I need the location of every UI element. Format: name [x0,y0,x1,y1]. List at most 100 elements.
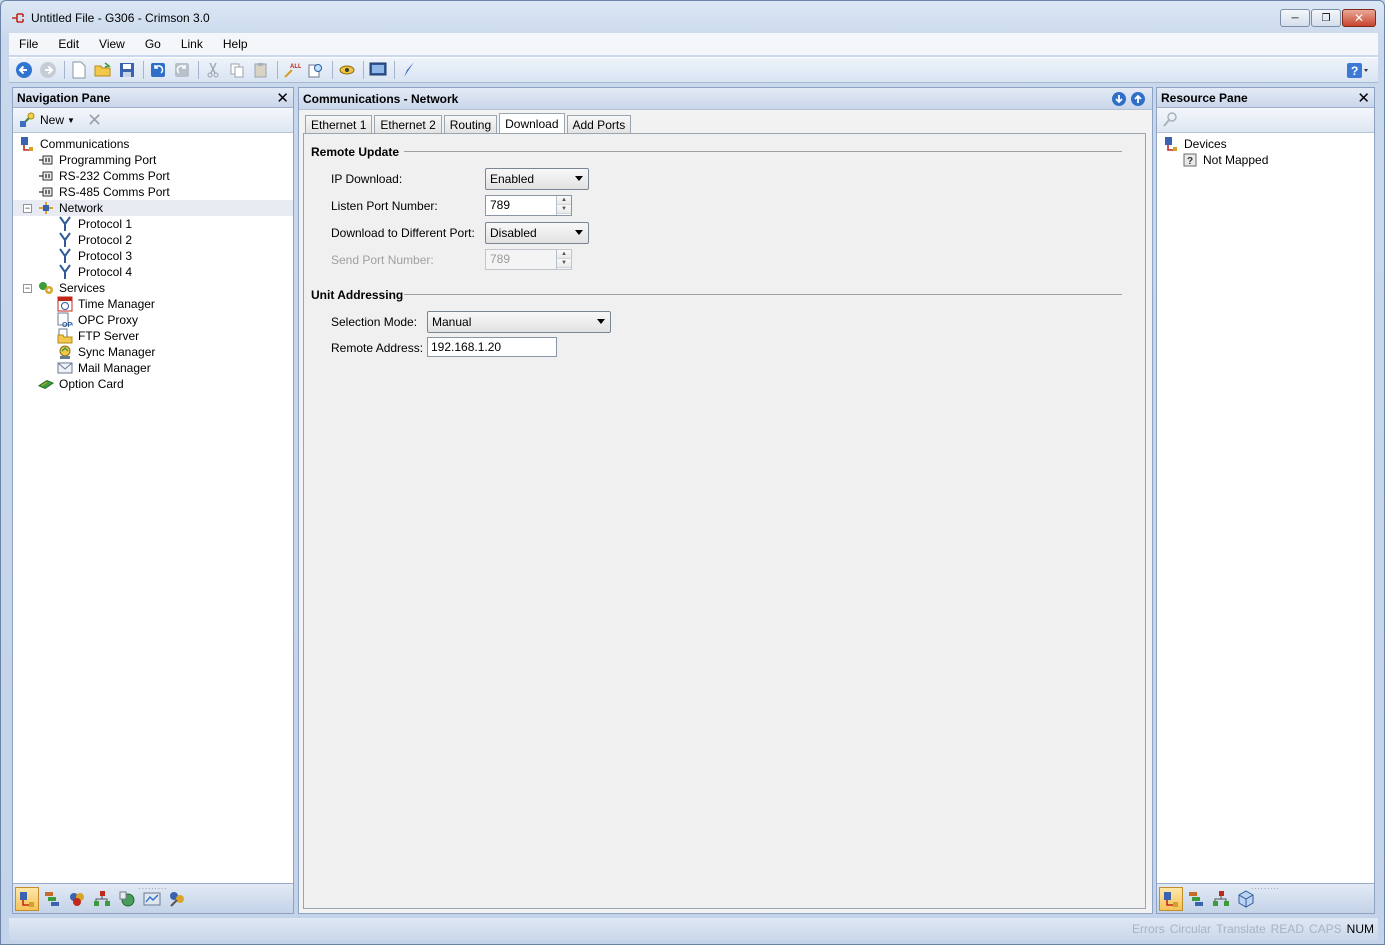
nav-pane-close-icon[interactable]: ✕ [276,89,289,107]
nav-tree-item[interactable]: FTP Server [13,328,293,344]
close-button[interactable]: ✕ [1342,9,1376,27]
translate-all-button[interactable]: ALL [281,59,303,81]
toolbar-separator [332,61,333,79]
protocol-icon [57,232,73,248]
link-button[interactable] [336,59,358,81]
diff-port-label: Download to Different Port: [331,226,475,240]
selection-mode-select[interactable]: Manual [427,311,611,333]
nav-tree-item[interactable]: − Network [13,200,293,216]
find-button[interactable] [305,59,327,81]
nav-tree-item[interactable]: RS-232 Comms Port [13,168,293,184]
tab-routing[interactable]: Routing [443,115,498,133]
send-button[interactable] [398,59,420,81]
emulator-button[interactable] [367,59,389,81]
category-security-button[interactable] [165,887,189,911]
nav-tree-item[interactable]: Programming Port [13,152,293,168]
data-logger-icon [143,892,161,905]
nav-tree-label: Option Card [59,377,124,391]
menu-edit[interactable]: Edit [48,37,89,51]
save-button[interactable] [116,59,138,81]
spin-down-icon[interactable]: ▼ [557,205,571,214]
copy-button[interactable] [226,59,248,81]
menu-view[interactable]: View [89,37,135,51]
nav-tree-item[interactable]: Mail Manager [13,360,293,376]
nav-tree-item[interactable]: Protocol 3 [13,248,293,264]
minimize-button[interactable]: ─ [1280,9,1310,27]
nav-tree-label: OPC Proxy [78,313,139,327]
ip-download-select[interactable]: Enabled [485,168,589,190]
forward-button[interactable] [37,59,59,81]
diff-port-select[interactable]: Disabled [485,222,589,244]
security-icon [170,891,184,907]
editor-header: Communications - Network [299,88,1152,110]
nav-tree-item[interactable]: OPC OPC Proxy [13,312,293,328]
splitter-grip[interactable]: ......... [138,882,167,891]
nav-tree-label: Protocol 2 [78,233,133,247]
nav-tree-item[interactable]: Communications [13,136,293,152]
nav-tree-item[interactable]: Time Manager [13,296,293,312]
category-web-server-button[interactable] [115,887,139,911]
menu-link[interactable]: Link [171,37,213,51]
tab-download[interactable]: Download [499,113,565,134]
question-icon: ? [1182,152,1198,168]
nav-tree-item[interactable]: RS-485 Comms Port [13,184,293,200]
category-display-pages-button[interactable] [65,887,89,911]
nav-tree-label: FTP Server [78,329,140,343]
chevron-down-icon: ▼ [67,115,75,125]
protocol-icon [57,216,73,232]
category-programs-button[interactable] [90,887,114,911]
maximize-button[interactable]: ❐ [1311,9,1341,27]
res-category-programs-button[interactable] [1209,887,1233,911]
redo-button[interactable] [171,59,193,81]
nav-tree-label: Programming Port [59,153,157,167]
nav-tree-item[interactable]: Protocol 4 [13,264,293,280]
splitter-grip[interactable]: ......... [1251,882,1280,891]
resource-tree-item[interactable]: ? Not Mapped [1157,152,1374,168]
collapse-icon[interactable]: − [23,203,32,213]
new-item-button[interactable]: New ▼ [19,112,75,128]
nav-tree-label: RS-232 Comms Port [59,169,170,183]
spin-up-icon[interactable]: ▲ [557,196,571,205]
back-button[interactable] [13,59,35,81]
category-communications-button[interactable] [15,886,39,911]
res-category-devices-button[interactable] [1159,886,1183,911]
remote-address-input[interactable]: 192.168.1.20 [427,337,557,357]
resource-tree-item[interactable]: Devices [1157,136,1374,152]
nav-tree-item[interactable]: − Services [13,280,293,296]
tab-add-ports[interactable]: Add Ports [566,115,632,133]
nav-tree-item[interactable]: Protocol 2 [13,232,293,248]
listen-port-spinner[interactable]: 789 ▲ ▼ [485,195,572,216]
network-icon [38,200,54,216]
status-bar: Errors Circular Translate READ CAPS NUM [9,918,1378,940]
data-tags-icon [45,891,59,906]
res-pane-close-icon[interactable]: ✕ [1357,89,1370,107]
folder-icon [57,328,73,344]
menu-bar: File Edit View Go Link Help [9,33,1378,55]
next-item-icon[interactable] [1111,91,1127,107]
category-data-tags-button[interactable] [40,887,64,911]
open-file-button[interactable] [92,59,114,81]
tab-ethernet-1[interactable]: Ethernet 1 [305,115,373,133]
help-button[interactable]: ? [1344,60,1372,82]
tab-ethernet-2[interactable]: Ethernet 2 [374,115,442,133]
cut-button[interactable] [202,59,224,81]
menu-file[interactable]: File [9,37,48,51]
new-file-button[interactable] [68,59,90,81]
nav-tree-item[interactable]: Sync Manager [13,344,293,360]
undo-button[interactable] [147,59,169,81]
search-icon[interactable] [1161,111,1179,129]
devices-icon [1163,136,1179,152]
nav-tree-label: Mail Manager [78,361,151,375]
previous-item-icon[interactable] [1130,91,1146,107]
nav-tree-label: Protocol 4 [78,265,133,279]
menu-help[interactable]: Help [213,37,258,51]
collapse-icon[interactable]: − [23,283,32,293]
paste-button[interactable] [250,59,272,81]
resource-tree-label: Devices [1184,137,1227,151]
res-category-tags-button[interactable] [1184,887,1208,911]
nav-tree-item[interactable]: Protocol 1 [13,216,293,232]
status-caps: CAPS [1308,922,1342,936]
delete-icon[interactable]: ✕ [87,110,102,131]
menu-go[interactable]: Go [135,37,171,51]
nav-tree-item[interactable]: Option Card [13,376,293,392]
